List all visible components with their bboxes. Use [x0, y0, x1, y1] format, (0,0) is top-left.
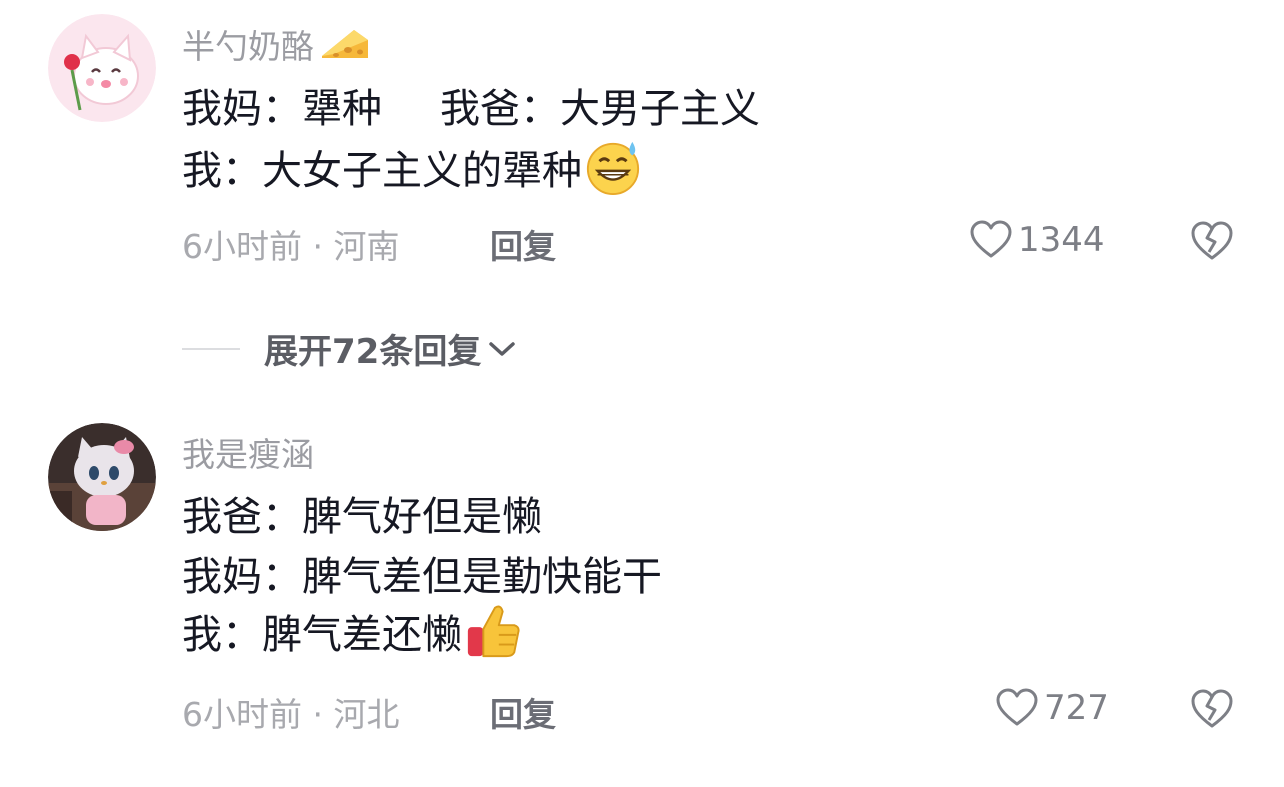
comment-text: 我爸：脾气好但是懒: [182, 494, 542, 540]
comment-text-line: 我：大女子主义的犟种: [182, 138, 642, 196]
divider: [182, 347, 240, 350]
comment-text: 我：脾气差还懒: [182, 612, 462, 658]
comment-text: 我妈：脾气差但是勤快能干: [182, 554, 662, 600]
comment-location: 河北: [333, 695, 400, 734]
expand-replies-label: 展开72条回复: [264, 332, 482, 372]
broken-heart-icon[interactable]: [1190, 688, 1234, 730]
comment-location: 河南: [333, 227, 400, 266]
broken-heart-icon[interactable]: [1190, 220, 1234, 262]
username-text: 我是瘦涵: [182, 435, 314, 474]
avatar[interactable]: [48, 423, 156, 531]
comment-text-line: 我妈：脾气差但是勤快能干: [182, 544, 662, 602]
reply-button[interactable]: 回复: [490, 688, 556, 736]
avatar[interactable]: [48, 14, 156, 122]
like-count: 1344: [1018, 220, 1105, 260]
like-button[interactable]: 727: [996, 688, 1109, 728]
comment-text: 我：大女子主义的犟种: [182, 148, 582, 194]
like-count: 727: [1044, 688, 1109, 728]
heart-icon: [970, 220, 1012, 258]
comment-meta: 6小时前 · 河北: [182, 688, 400, 736]
comment-text-line: 我：脾气差还懒: [182, 602, 522, 660]
comment-text: 我爸：大男子主义: [440, 86, 760, 132]
comment-time: 6小时前: [182, 227, 302, 266]
thumbs-up-emoji: [467, 605, 520, 658]
username[interactable]: 我是瘦涵: [182, 428, 314, 476]
comment-time: 6小时前: [182, 695, 302, 734]
expand-replies-button[interactable]: 展开72条回复: [182, 324, 517, 373]
username-text: 半勺奶酪: [182, 27, 314, 66]
chevron-down-icon: [489, 341, 516, 356]
comment-meta: 6小时前 · 河南: [182, 220, 400, 268]
meta-separator: ·: [312, 695, 324, 734]
grinning-sweat-emoji: [586, 141, 640, 196]
username[interactable]: 半勺奶酪: [182, 20, 370, 68]
comment-text-line: 我爸：脾气好但是懒: [182, 484, 542, 542]
like-button[interactable]: 1344: [970, 220, 1105, 260]
comment-text: 我妈：犟种: [182, 86, 382, 132]
cheese-icon: [322, 30, 368, 58]
meta-separator: ·: [312, 227, 324, 266]
reply-button[interactable]: 回复: [490, 220, 556, 268]
heart-icon: [996, 688, 1038, 726]
comment-text-line: 我妈：犟种 我爸：大男子主义: [182, 76, 760, 134]
